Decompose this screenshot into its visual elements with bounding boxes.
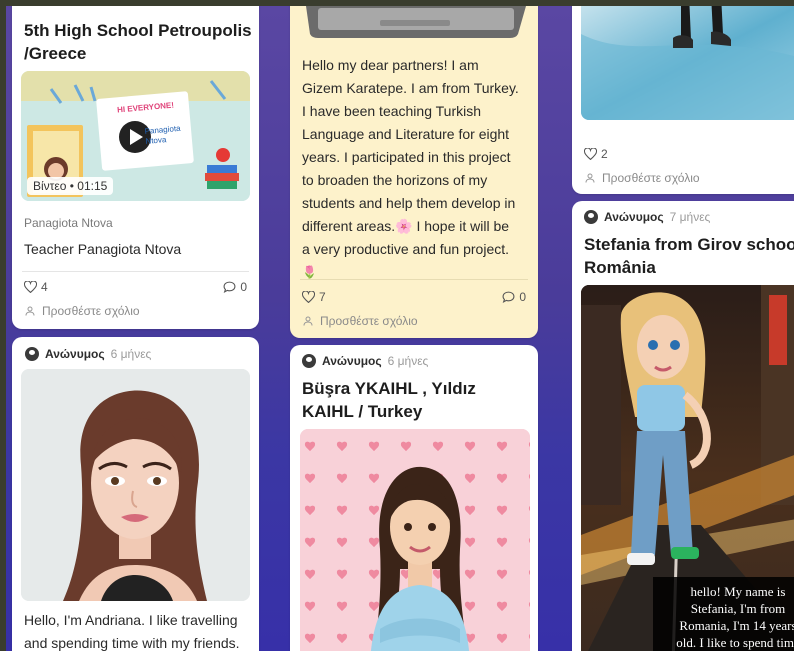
post-title-line: KAIHL / Turkey (302, 402, 423, 421)
laptop-image (290, 6, 538, 38)
photo-ice-scene (581, 6, 794, 120)
post-body-line: Gizem Karatepe. I am from Turkey. (302, 80, 519, 96)
post-body: Hello, I'm Andriana. I like travelling a… (24, 609, 254, 651)
like-count: 4 (41, 280, 48, 294)
like-button[interactable]: 2 (584, 147, 608, 161)
comments-button[interactable]: 0 (502, 290, 526, 304)
post-stats: 4 0 (24, 280, 247, 294)
like-count: 2 (601, 147, 608, 161)
avatar-portrait-busra (300, 429, 530, 651)
comment-count: 0 (240, 280, 247, 294)
user-add-icon (303, 316, 313, 326)
author-name: Ανώνυμος (322, 354, 382, 368)
post-body-line: I have been teaching Turkish (302, 103, 482, 119)
post-body-line: a very productive and fun project. (302, 241, 510, 257)
comment-count: 0 (519, 290, 526, 304)
post-image[interactable] (300, 429, 530, 651)
post-time: 6 μήνες (110, 347, 152, 361)
like-button[interactable]: 7 (302, 290, 326, 304)
user-add-icon (25, 306, 35, 316)
post-title-line: Büşra YKAIHL , Yıldız (302, 379, 476, 398)
post-body-line: and spending time with my friends. (24, 635, 240, 651)
post-meta: Ανώνυμος 6 μήνες (302, 354, 428, 368)
post-image[interactable] (581, 6, 794, 120)
post-image[interactable]: hello! My name is Stefania, I'm from Rom… (581, 285, 794, 651)
post-card-top-right[interactable]: 2 Προσθέστε σχόλιο (572, 6, 794, 194)
divider (300, 279, 528, 280)
comment-icon (502, 291, 515, 303)
avatar-icon (302, 354, 316, 368)
like-count: 7 (319, 290, 326, 304)
post-body: Teacher Panagiota Ntova (24, 241, 182, 257)
add-comment-label: Προσθέστε σχόλιο (42, 304, 140, 318)
post-title-line: 5th High School Petroupolis (24, 21, 252, 40)
add-comment-label: Προσθέστε σχόλιο (320, 314, 418, 328)
video-duration-badge: Βίντεο • 01:15 (27, 177, 114, 195)
post-card-busra[interactable]: Ανώνυμος 6 μήνες Büşra YKAIHL , Yıldız K… (290, 345, 538, 651)
author-name: Ανώνυμος (604, 210, 664, 224)
post-card-andriana[interactable]: Ανώνυμος 6 μήνες Hello, I'm Andriana. I … (12, 337, 259, 651)
post-body-line: Hello, I'm Andriana. I like travelling (24, 612, 238, 628)
add-comment-link[interactable]: Προσθέστε σχόλιο (24, 304, 140, 318)
post-image[interactable] (21, 369, 250, 601)
post-body-line: years. I participated in this project (302, 149, 511, 165)
divider (22, 271, 249, 272)
post-time: 7 μήνες (669, 210, 711, 224)
post-meta: Ανώνυμος 7 μήνες (584, 210, 710, 224)
add-comment-link[interactable]: Προσθέστε σχόλιο (584, 171, 700, 185)
post-stats: 7 0 (302, 290, 526, 304)
comment-icon (223, 281, 236, 293)
caption-line: Stefania, I'm from (690, 601, 786, 616)
post-card-gizem[interactable]: Hello my dear partners! I am Gizem Karat… (290, 6, 538, 338)
avatar-icon (25, 347, 39, 361)
attachment-name[interactable]: Panagiota Ntova (24, 216, 113, 230)
video-thumbnail[interactable]: HI EVERYONE! Panagiota Ntova Βίντεο • 01… (21, 71, 250, 201)
like-button[interactable]: 4 (24, 280, 48, 294)
post-body-line: to broaden the horizons of my (302, 172, 488, 188)
author-name: Ανώνυμος (45, 347, 105, 361)
image-caption: hello! My name is Stefania, I'm from Rom… (655, 583, 794, 651)
post-body: Hello my dear partners! I am Gizem Karat… (302, 54, 534, 284)
post-title: 5th High School Petroupolis /Greece (24, 19, 254, 65)
caption-line: hello! My name is (690, 584, 786, 599)
post-card-petroupolis[interactable]: 5th High School Petroupolis /Greece HI E… (12, 6, 259, 329)
heart-icon (24, 281, 37, 293)
user-add-icon (585, 173, 595, 183)
video-badge-text: Βίντεο • 01:15 (33, 179, 108, 193)
post-body-line: 🌷 (302, 265, 317, 279)
post-body-line: students and help them develop in (302, 195, 516, 211)
post-card-stefania[interactable]: Ανώνυμος 7 μήνες Stefania from Girov sch… (572, 201, 794, 651)
post-body-line: different areas.🌸 I hope it will be (302, 218, 510, 234)
post-body-line: Hello my dear partners! I am (302, 57, 479, 73)
add-comment-link[interactable]: Προσθέστε σχόλιο (302, 314, 418, 328)
post-title: Büşra YKAIHL , Yıldız KAIHL / Turkey (302, 377, 534, 423)
comments-button[interactable]: 0 (223, 280, 247, 294)
heart-icon (584, 148, 597, 160)
post-title-line: Stefania from Girov school (584, 235, 794, 254)
post-title: Stefania from Girov school România (584, 233, 794, 279)
post-title-line: România (584, 258, 656, 277)
avatar-icon (584, 210, 598, 224)
heart-icon (302, 291, 315, 303)
avatar-portrait-andriana (21, 369, 250, 601)
caption-line: Romania, I'm 14 years (679, 618, 794, 633)
post-stats: 2 (584, 147, 794, 161)
post-body-line: Language and Literature for eight (302, 126, 510, 142)
post-meta: Ανώνυμος 6 μήνες (25, 347, 151, 361)
post-title-line: /Greece (24, 44, 87, 63)
post-time: 6 μήνες (387, 354, 429, 368)
padlet-board: 5th High School Petroupolis /Greece HI E… (6, 6, 794, 651)
caption-line: old. I like to spend time (676, 635, 794, 650)
thumb-name: Panagiota Ntova (144, 123, 181, 146)
add-comment-label: Προσθέστε σχόλιο (602, 171, 700, 185)
